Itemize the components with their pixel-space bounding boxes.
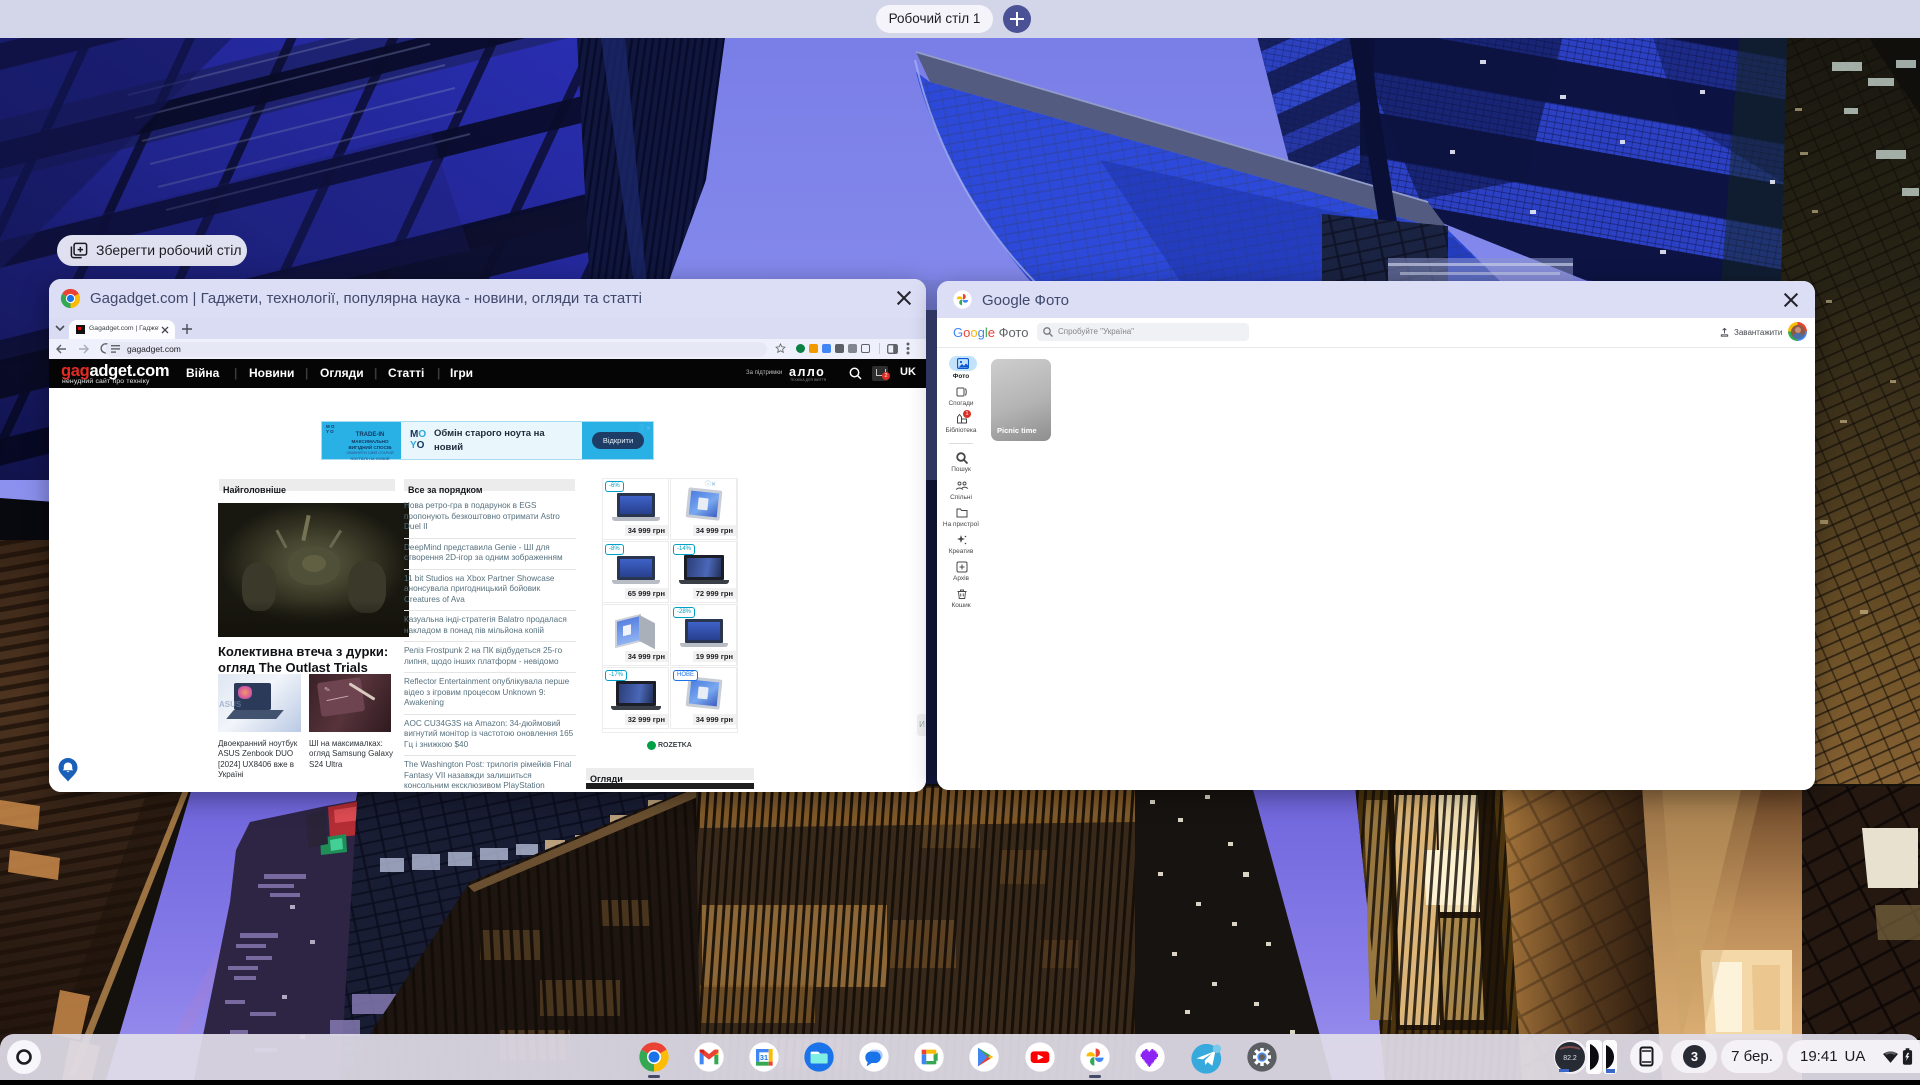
svg-text:82.2: 82.2 bbox=[1563, 1055, 1577, 1062]
svg-text:31: 31 bbox=[760, 1053, 768, 1062]
